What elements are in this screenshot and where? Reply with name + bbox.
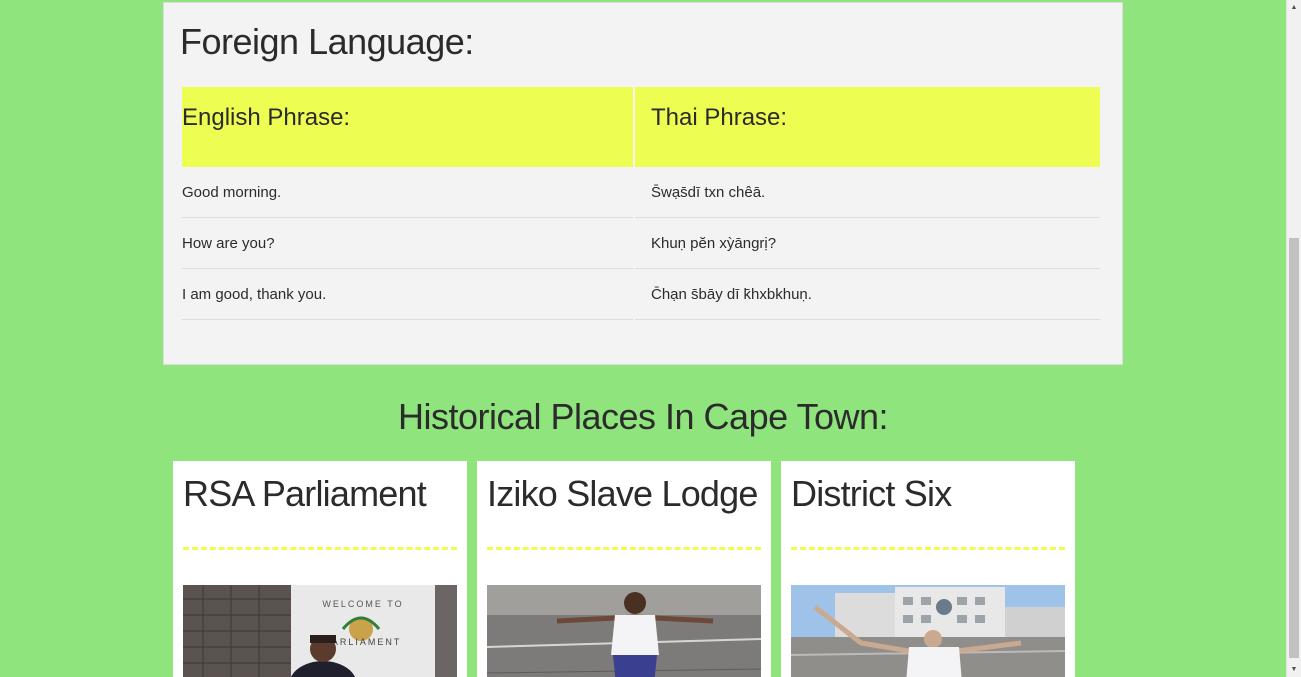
photo-parliament-entrance: WELCOME TO PARLIAMENT bbox=[183, 585, 457, 677]
district-six-photo-image bbox=[791, 585, 1065, 677]
card-title: RSA Parliament bbox=[183, 473, 427, 514]
english-phrase-cell: How are you? bbox=[182, 218, 633, 269]
historical-places-heading: Historical Places In Cape Town: bbox=[397, 396, 889, 437]
place-card-rsa-parliament: RSA Parliament WELCOME TO PARLIAMENT bbox=[173, 461, 467, 677]
phrase-table-header-row: English Phrase: Thai Phrase: bbox=[182, 87, 1100, 167]
thai-phrase-header: Thai Phrase: bbox=[634, 87, 1100, 167]
photo-street-pose bbox=[487, 585, 761, 677]
thai-phrase-cell: S̄wạs̄dī txn chêā. bbox=[634, 167, 1100, 218]
photo-district-six bbox=[791, 585, 1065, 677]
card-title: Iziko Slave Lodge bbox=[487, 473, 758, 514]
english-phrase-header: English Phrase: bbox=[182, 87, 633, 167]
dashed-divider bbox=[183, 547, 457, 550]
page: Foreign Language: English Phrase: Thai P… bbox=[0, 0, 1301, 677]
scroll-down-arrow-icon[interactable]: ▼ bbox=[1287, 662, 1301, 677]
english-phrase-cell: I am good, thank you. bbox=[182, 269, 633, 320]
thai-phrase-cell: C̄hạn s̄bāy dī k̄hxbkhuṇ. bbox=[634, 269, 1100, 320]
dashed-divider bbox=[487, 547, 761, 550]
svg-text:WELCOME TO: WELCOME TO bbox=[322, 599, 403, 609]
place-card-district-six: District Six bbox=[781, 461, 1075, 677]
scrollbar-thumb[interactable] bbox=[1289, 238, 1299, 658]
table-row: Good morning. S̄wạs̄dī txn chêā. bbox=[182, 167, 1100, 218]
card-title: District Six bbox=[791, 473, 952, 514]
english-phrase-cell: Good morning. bbox=[182, 167, 633, 218]
table-row: I am good, thank you. C̄hạn s̄bāy dī k̄h… bbox=[182, 269, 1100, 320]
thai-phrase-cell: Khuṇ pĕn xỳāngrị? bbox=[634, 218, 1100, 269]
dashed-divider bbox=[791, 547, 1065, 550]
foreign-language-title: Foreign Language: bbox=[180, 21, 474, 62]
table-row: How are you? Khuṇ pĕn xỳāngrị? bbox=[182, 218, 1100, 269]
scroll-up-arrow-icon[interactable]: ▲ bbox=[1287, 0, 1301, 15]
foreign-language-panel: Foreign Language: English Phrase: Thai P… bbox=[163, 2, 1123, 365]
svg-text:PARLIAMENT: PARLIAMENT bbox=[325, 637, 402, 647]
place-card-iziko-slave-lodge: Iziko Slave Lodge bbox=[477, 461, 771, 677]
page-scrollbar[interactable]: ▲ ▼ bbox=[1286, 0, 1301, 677]
phrase-table: English Phrase: Thai Phrase: Good mornin… bbox=[180, 87, 1102, 320]
slave-lodge-photo-image bbox=[487, 585, 761, 677]
parliament-photo-image: WELCOME TO PARLIAMENT bbox=[183, 585, 457, 677]
